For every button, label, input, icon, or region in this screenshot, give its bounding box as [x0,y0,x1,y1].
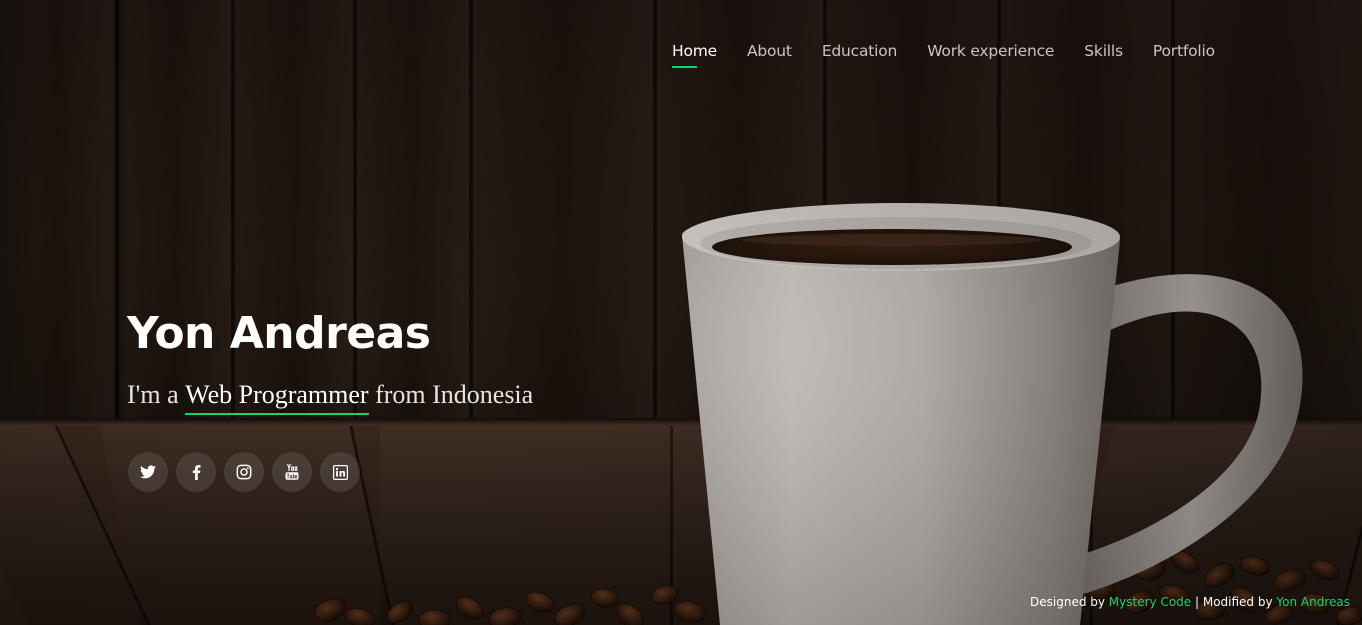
nav-item-education[interactable]: Education [822,42,898,60]
twitter-icon [140,465,156,479]
linkedin-link[interactable] [320,452,360,492]
tagline-prefix: I'm a [127,380,186,409]
nav-item-portfolio[interactable]: Portfolio [1153,42,1215,60]
instagram-link[interactable] [224,452,264,492]
main-nav: Home About Education Work experience Ski… [672,42,1245,68]
credits-designed-prefix: Designed by [1030,595,1109,609]
hero-tagline: I'm a Web Programmer from Indonesia [127,380,533,415]
facebook-link[interactable] [176,452,216,492]
nav-item-work-experience[interactable]: Work experience [927,42,1054,60]
hero-section: Home About Education Work experience Ski… [0,0,1362,625]
youtube-icon [285,464,299,480]
tagline-typed-role: Web Programmer [185,380,369,415]
linkedin-icon [332,464,348,480]
nav-item-about[interactable]: About [747,42,792,60]
designer-link[interactable]: Mystery Code [1109,595,1191,609]
nav-item-skills[interactable]: Skills [1084,42,1123,60]
credits-modified-prefix: Modified by [1202,595,1277,609]
modifier-link[interactable]: Yon Andreas [1276,595,1350,609]
youtube-link[interactable] [272,452,312,492]
hero-name: Yon Andreas [127,308,431,359]
twitter-link[interactable] [128,452,168,492]
credits-separator: | [1191,595,1203,609]
facebook-icon [192,464,200,480]
tagline-suffix: from Indonesia [368,380,534,409]
footer-credits: Designed by Mystery Code | Modified by Y… [1030,595,1350,609]
nav-item-home[interactable]: Home [672,42,717,68]
instagram-icon [236,464,252,480]
social-links [128,452,368,492]
